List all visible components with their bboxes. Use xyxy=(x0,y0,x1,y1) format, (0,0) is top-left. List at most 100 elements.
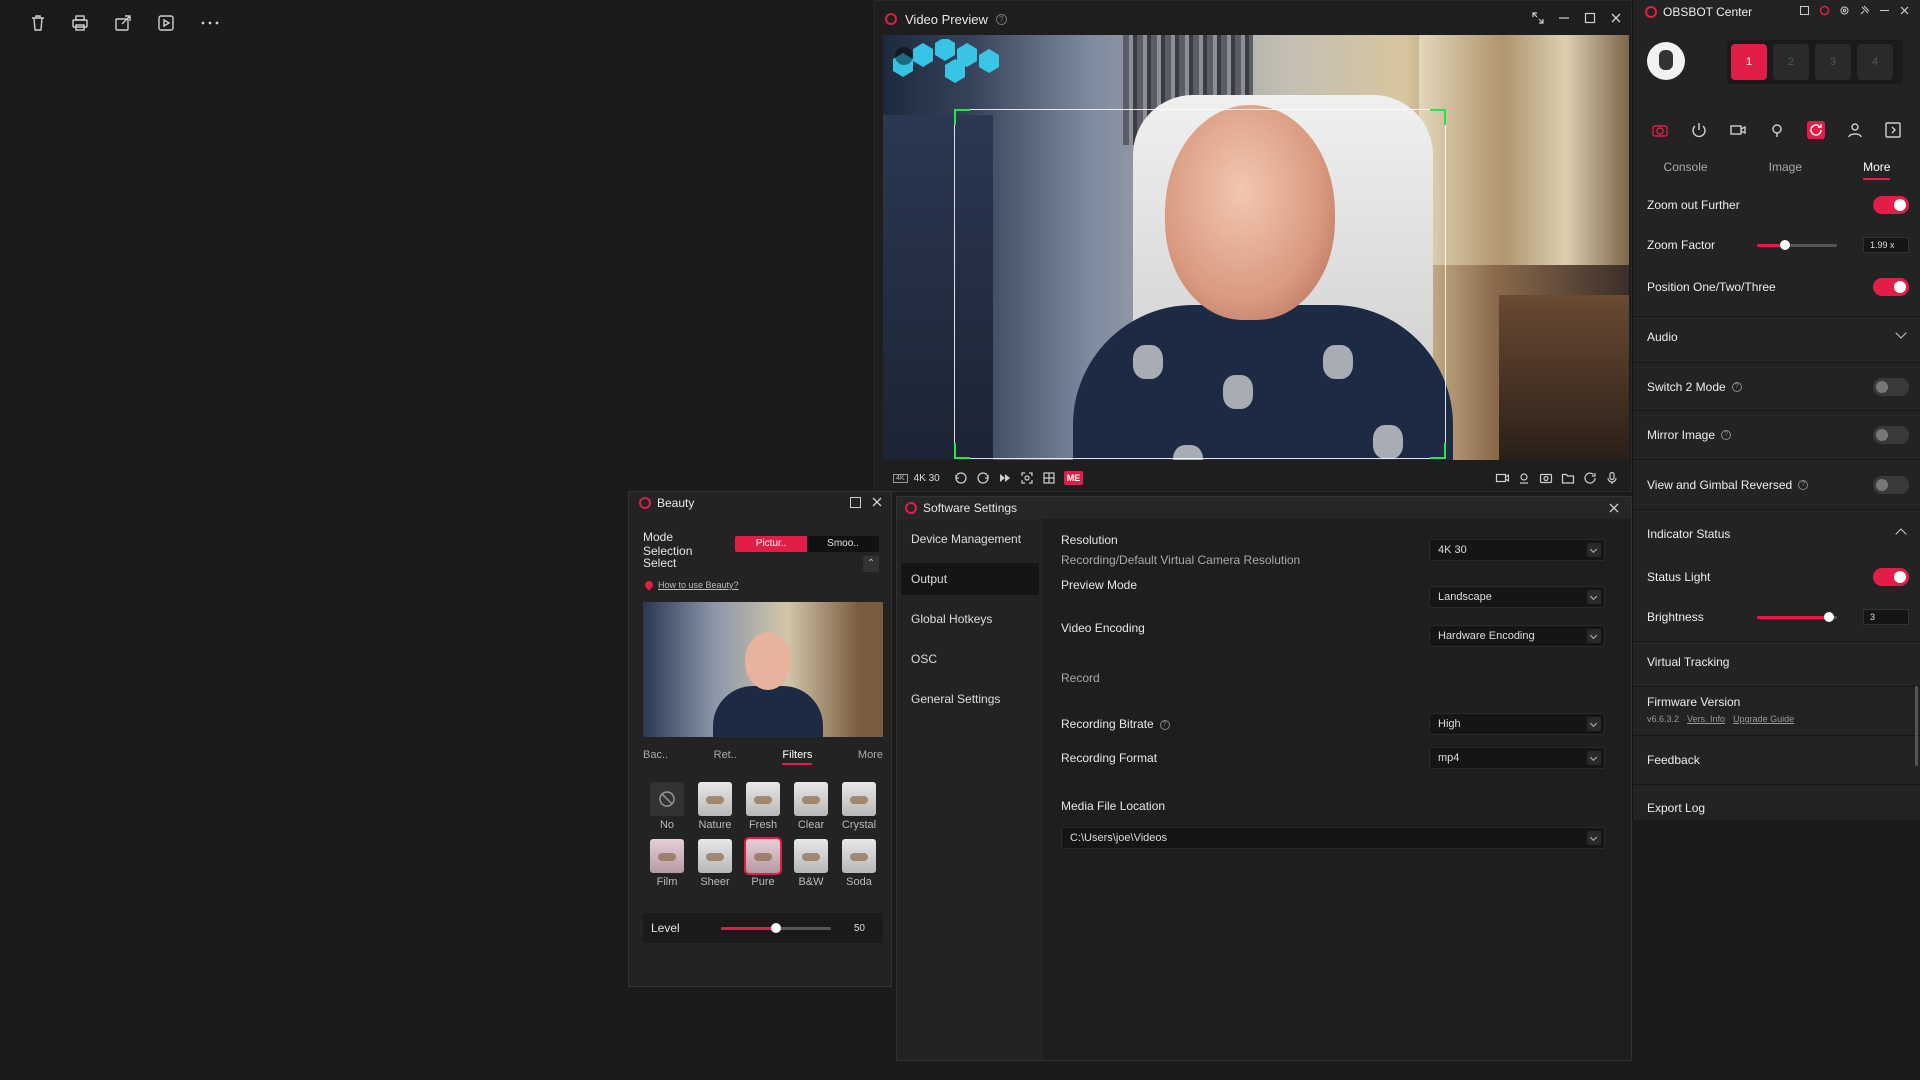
upgrade-guide-link[interactable]: Upgrade Guide xyxy=(1733,714,1794,724)
me-mode-button[interactable]: ME xyxy=(1063,471,1084,485)
beauty-titlebar[interactable]: Beauty xyxy=(629,492,891,514)
tab-filters[interactable]: Filters xyxy=(782,749,813,765)
nav-device-management[interactable]: Device Management xyxy=(901,523,1039,555)
grid-icon[interactable] xyxy=(1042,471,1056,485)
filter-pure[interactable]: Pure xyxy=(739,837,787,888)
scrollbar[interactable] xyxy=(1915,686,1918,766)
location-icon[interactable] xyxy=(1768,121,1786,139)
more-icon[interactable] xyxy=(199,12,221,34)
help-icon[interactable]: ? xyxy=(1159,719,1170,730)
snapshot-icon[interactable] xyxy=(1539,471,1553,485)
virtual-tracking-row[interactable]: Virtual Tracking xyxy=(1647,654,1909,670)
video-source-icon[interactable] xyxy=(1729,121,1747,139)
zoom-factor-slider[interactable] xyxy=(1757,240,1837,250)
position-toggle[interactable] xyxy=(1873,278,1909,296)
zoom-out-further-toggle[interactable] xyxy=(1873,196,1909,214)
location-icon[interactable] xyxy=(1517,471,1531,485)
camera-icon[interactable] xyxy=(1651,121,1669,139)
maximize-icon[interactable] xyxy=(1583,11,1597,25)
recording-bitrate-dropdown[interactable]: High xyxy=(1429,713,1605,735)
skip-icon[interactable] xyxy=(998,471,1012,485)
mode-smooth-option[interactable]: Smoo.. xyxy=(807,536,879,552)
filter-no[interactable]: No xyxy=(643,782,691,831)
minimize-icon[interactable] xyxy=(1557,11,1571,25)
filter-sheer[interactable]: Sheer xyxy=(691,839,739,888)
tab-retouch[interactable]: Ret.. xyxy=(714,749,737,765)
help-icon[interactable]: ? xyxy=(1798,480,1809,490)
nav-osc[interactable]: OSC xyxy=(901,643,1039,675)
detach-icon[interactable] xyxy=(850,497,861,508)
tab-more[interactable]: More xyxy=(1863,160,1891,180)
media-location-field[interactable]: C:\Users\joe\Videos xyxy=(1061,827,1605,849)
collapse-button[interactable]: ⌃ xyxy=(863,556,879,572)
print-icon[interactable] xyxy=(69,12,91,34)
feedback-row[interactable]: Feedback xyxy=(1647,752,1909,768)
video-preview-titlebar[interactable]: Video Preview ? xyxy=(875,1,1631,37)
layout-icon[interactable] xyxy=(1799,5,1810,16)
resolution-selector[interactable]: 4K 4K 30 xyxy=(883,473,940,484)
avatar[interactable] xyxy=(1647,42,1685,80)
filter-fresh[interactable]: Fresh xyxy=(739,782,787,831)
resolution-dropdown[interactable]: 4K 30 xyxy=(1429,539,1605,561)
person-icon[interactable] xyxy=(1846,121,1864,139)
filter-crystal[interactable]: Crystal xyxy=(835,782,883,831)
preview-refresh-icon[interactable] xyxy=(895,47,913,65)
device-slot-3[interactable]: 3 xyxy=(1815,44,1851,80)
camera-source-icon[interactable] xyxy=(1495,471,1509,485)
help-icon[interactable]: ? xyxy=(1721,430,1732,440)
status-light-toggle[interactable] xyxy=(1873,568,1909,586)
settings-icon[interactable] xyxy=(1839,5,1850,16)
help-icon[interactable]: ? xyxy=(1731,382,1742,392)
mirror-toggle[interactable] xyxy=(1873,426,1909,444)
rotate-left-icon[interactable] xyxy=(954,471,968,485)
microphone-icon[interactable] xyxy=(1605,471,1619,485)
preview-mode-dropdown[interactable]: Landscape xyxy=(1429,586,1605,608)
software-settings-titlebar[interactable]: Software Settings xyxy=(897,497,1631,519)
camera-preview[interactable] xyxy=(883,35,1629,460)
exit-panel-icon[interactable] xyxy=(1884,121,1902,139)
refresh-icon[interactable] xyxy=(1583,471,1597,485)
zoom-factor-value[interactable]: 1.99 x xyxy=(1863,237,1909,253)
record-icon[interactable] xyxy=(1819,5,1830,16)
minimize-icon[interactable] xyxy=(1879,5,1890,16)
video-encoding-dropdown[interactable]: Hardware Encoding xyxy=(1429,625,1605,647)
share-icon[interactable] xyxy=(112,12,134,34)
level-value[interactable]: 50 xyxy=(831,923,865,934)
filter-clear[interactable]: Clear xyxy=(787,782,835,831)
power-icon[interactable] xyxy=(1690,121,1708,139)
trash-icon[interactable] xyxy=(27,12,49,34)
tracking-icon[interactable] xyxy=(1806,121,1825,139)
help-icon[interactable]: ? xyxy=(995,13,1007,25)
how-to-use-beauty-link[interactable]: How to use Beauty? xyxy=(643,579,739,591)
recording-format-dropdown[interactable]: mp4 xyxy=(1429,747,1605,769)
device-slot-4[interactable]: 4 xyxy=(1857,44,1893,80)
audio-row[interactable]: Audio xyxy=(1647,327,1909,345)
switch2-toggle[interactable] xyxy=(1873,378,1909,396)
close-icon[interactable] xyxy=(871,496,883,508)
filter-nature[interactable]: Nature xyxy=(691,782,739,831)
filter-bw[interactable]: B&W xyxy=(787,839,835,888)
device-slot-1[interactable]: 1 xyxy=(1731,44,1767,80)
close-icon[interactable] xyxy=(1607,501,1621,515)
frame-icon[interactable] xyxy=(1020,471,1034,485)
export-log-row[interactable]: Export Log xyxy=(1647,800,1909,816)
nav-output[interactable]: Output xyxy=(901,563,1039,595)
tab-more[interactable]: More xyxy=(858,749,883,765)
fullscreen-icon[interactable] xyxy=(1531,11,1545,25)
folder-icon[interactable] xyxy=(1561,471,1575,485)
nav-general-settings[interactable]: General Settings xyxy=(901,683,1039,715)
tab-background[interactable]: Bac.. xyxy=(643,749,668,765)
brightness-slider[interactable] xyxy=(1757,612,1837,622)
level-slider[interactable] xyxy=(721,922,831,933)
tab-console[interactable]: Console xyxy=(1664,160,1708,180)
tab-image[interactable]: Image xyxy=(1769,160,1802,180)
gimbal-reversed-toggle[interactable] xyxy=(1873,476,1909,494)
slideshow-icon[interactable] xyxy=(155,12,177,34)
mode-picture-option[interactable]: Pictur.. xyxy=(735,536,808,552)
device-slot-2[interactable]: 2 xyxy=(1773,44,1809,80)
indicator-status-row[interactable]: Indicator Status xyxy=(1647,526,1909,542)
pin-icon[interactable] xyxy=(1859,5,1870,16)
rotate-right-icon[interactable] xyxy=(976,471,990,485)
nav-global-hotkeys[interactable]: Global Hotkeys xyxy=(901,603,1039,635)
filter-film[interactable]: Film xyxy=(643,839,691,888)
